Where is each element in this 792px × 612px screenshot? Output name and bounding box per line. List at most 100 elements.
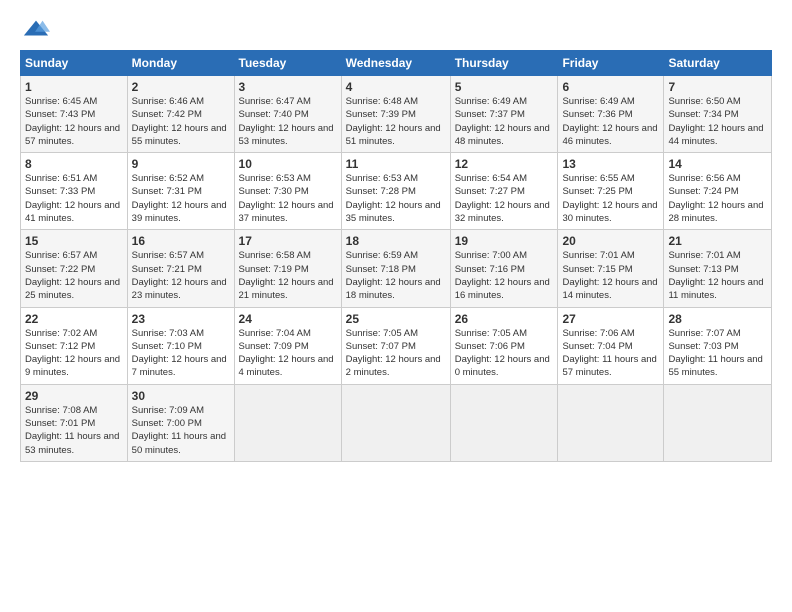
day-info: Sunrise: 7:06 AMSunset: 7:04 PMDaylight:…: [562, 328, 656, 379]
table-row: [234, 384, 341, 461]
logo-icon: [22, 18, 50, 40]
day-number: 4: [346, 80, 446, 94]
day-number: 2: [132, 80, 230, 94]
day-info: Sunrise: 7:00 AMSunset: 7:16 PMDaylight:…: [455, 250, 550, 301]
day-number: 9: [132, 157, 230, 171]
header-sunday: Sunday: [21, 51, 128, 76]
day-info: Sunrise: 7:05 AMSunset: 7:07 PMDaylight:…: [346, 328, 441, 379]
day-number: 16: [132, 234, 230, 248]
day-number: 30: [132, 389, 230, 403]
day-number: 17: [239, 234, 337, 248]
day-number: 8: [25, 157, 123, 171]
day-number: 15: [25, 234, 123, 248]
header-thursday: Thursday: [450, 51, 558, 76]
day-number: 22: [25, 312, 123, 326]
day-info: Sunrise: 6:52 AMSunset: 7:31 PMDaylight:…: [132, 173, 227, 224]
table-row: 15 Sunrise: 6:57 AMSunset: 7:22 PMDayligh…: [21, 230, 128, 307]
table-row: 30Sunrise: 7:09 AMSunset: 7:00 PMDayligh…: [127, 384, 234, 461]
table-row: 23Sunrise: 7:03 AMSunset: 7:10 PMDayligh…: [127, 307, 234, 384]
day-number: 1: [25, 80, 123, 94]
table-row: [664, 384, 772, 461]
table-row: 2 Sunrise: 6:46 AMSunset: 7:42 PMDaylight…: [127, 76, 234, 153]
day-info: Sunrise: 6:49 AMSunset: 7:37 PMDaylight:…: [455, 96, 550, 147]
day-number: 13: [562, 157, 659, 171]
day-info: Sunrise: 6:54 AMSunset: 7:27 PMDaylight:…: [455, 173, 550, 224]
day-info: Sunrise: 6:48 AMSunset: 7:39 PMDaylight:…: [346, 96, 441, 147]
header-saturday: Saturday: [664, 51, 772, 76]
day-number: 24: [239, 312, 337, 326]
header-monday: Monday: [127, 51, 234, 76]
table-row: 9 Sunrise: 6:52 AMSunset: 7:31 PMDaylight…: [127, 153, 234, 230]
table-row: [450, 384, 558, 461]
day-info: Sunrise: 6:56 AMSunset: 7:24 PMDaylight:…: [668, 173, 763, 224]
table-row: 18Sunrise: 6:59 AMSunset: 7:18 PMDayligh…: [341, 230, 450, 307]
header-tuesday: Tuesday: [234, 51, 341, 76]
day-info: Sunrise: 6:46 AMSunset: 7:42 PMDaylight:…: [132, 96, 227, 147]
day-number: 5: [455, 80, 554, 94]
day-info: Sunrise: 6:55 AMSunset: 7:25 PMDaylight:…: [562, 173, 657, 224]
day-number: 14: [668, 157, 767, 171]
day-info: Sunrise: 6:47 AMSunset: 7:40 PMDaylight:…: [239, 96, 334, 147]
table-row: 26Sunrise: 7:05 AMSunset: 7:06 PMDayligh…: [450, 307, 558, 384]
day-info: Sunrise: 6:53 AMSunset: 7:28 PMDaylight:…: [346, 173, 441, 224]
table-row: 29 Sunrise: 7:08 AMSunset: 7:01 PMDayligh…: [21, 384, 128, 461]
day-info: Sunrise: 6:49 AMSunset: 7:36 PMDaylight:…: [562, 96, 657, 147]
calendar-week-row: 29 Sunrise: 7:08 AMSunset: 7:01 PMDayligh…: [21, 384, 772, 461]
table-row: 24Sunrise: 7:04 AMSunset: 7:09 PMDayligh…: [234, 307, 341, 384]
table-row: 16 Sunrise: 6:57 AMSunset: 7:21 PMDayligh…: [127, 230, 234, 307]
header-friday: Friday: [558, 51, 664, 76]
calendar-week-row: 15 Sunrise: 6:57 AMSunset: 7:22 PMDayligh…: [21, 230, 772, 307]
day-info: Sunrise: 6:57 AMSunset: 7:22 PMDaylight:…: [25, 250, 120, 301]
table-row: 6 Sunrise: 6:49 AMSunset: 7:36 PMDaylight…: [558, 76, 664, 153]
header: [20, 18, 772, 40]
calendar-table: Sunday Monday Tuesday Wednesday Thursday…: [20, 50, 772, 462]
day-info: Sunrise: 6:50 AMSunset: 7:34 PMDaylight:…: [668, 96, 763, 147]
day-number: 29: [25, 389, 123, 403]
table-row: 20Sunrise: 7:01 AMSunset: 7:15 PMDayligh…: [558, 230, 664, 307]
table-row: 11Sunrise: 6:53 AMSunset: 7:28 PMDayligh…: [341, 153, 450, 230]
table-row: 14 Sunrise: 6:56 AMSunset: 7:24 PMDayligh…: [664, 153, 772, 230]
day-number: 27: [562, 312, 659, 326]
day-info: Sunrise: 7:02 AMSunset: 7:12 PMDaylight:…: [25, 328, 120, 379]
table-row: 1 Sunrise: 6:45 AMSunset: 7:43 PMDaylight…: [21, 76, 128, 153]
day-number: 18: [346, 234, 446, 248]
table-row: 19 Sunrise: 7:00 AMSunset: 7:16 PMDayligh…: [450, 230, 558, 307]
day-info: Sunrise: 6:51 AMSunset: 7:33 PMDaylight:…: [25, 173, 120, 224]
day-number: 6: [562, 80, 659, 94]
table-row: 22 Sunrise: 7:02 AMSunset: 7:12 PMDayligh…: [21, 307, 128, 384]
table-row: 17Sunrise: 6:58 AMSunset: 7:19 PMDayligh…: [234, 230, 341, 307]
day-number: 3: [239, 80, 337, 94]
day-number: 10: [239, 157, 337, 171]
day-info: Sunrise: 7:08 AMSunset: 7:01 PMDaylight:…: [25, 405, 119, 456]
day-info: Sunrise: 7:01 AMSunset: 7:13 PMDaylight:…: [668, 250, 763, 301]
day-number: 21: [668, 234, 767, 248]
day-number: 28: [668, 312, 767, 326]
table-row: 4 Sunrise: 6:48 AMSunset: 7:39 PMDaylight…: [341, 76, 450, 153]
day-number: 12: [455, 157, 554, 171]
day-number: 19: [455, 234, 554, 248]
table-row: 10 Sunrise: 6:53 AMSunset: 7:30 PMDayligh…: [234, 153, 341, 230]
table-row: 3 Sunrise: 6:47 AMSunset: 7:40 PMDaylight…: [234, 76, 341, 153]
table-row: 5 Sunrise: 6:49 AMSunset: 7:37 PMDaylight…: [450, 76, 558, 153]
day-info: Sunrise: 7:01 AMSunset: 7:15 PMDaylight:…: [562, 250, 657, 301]
page: Sunday Monday Tuesday Wednesday Thursday…: [0, 0, 792, 472]
header-wednesday: Wednesday: [341, 51, 450, 76]
day-number: 26: [455, 312, 554, 326]
day-number: 7: [668, 80, 767, 94]
day-number: 25: [346, 312, 446, 326]
calendar-week-row: 22 Sunrise: 7:02 AMSunset: 7:12 PMDayligh…: [21, 307, 772, 384]
day-info: Sunrise: 6:45 AMSunset: 7:43 PMDaylight:…: [25, 96, 120, 147]
table-row: 21 Sunrise: 7:01 AMSunset: 7:13 PMDayligh…: [664, 230, 772, 307]
table-row: 27 Sunrise: 7:06 AMSunset: 7:04 PMDayligh…: [558, 307, 664, 384]
day-info: Sunrise: 6:57 AMSunset: 7:21 PMDaylight:…: [132, 250, 227, 301]
day-info: Sunrise: 7:03 AMSunset: 7:10 PMDaylight:…: [132, 328, 227, 379]
table-row: 8 Sunrise: 6:51 AMSunset: 7:33 PMDaylight…: [21, 153, 128, 230]
calendar-week-row: 1 Sunrise: 6:45 AMSunset: 7:43 PMDaylight…: [21, 76, 772, 153]
table-row: [341, 384, 450, 461]
day-info: Sunrise: 7:07 AMSunset: 7:03 PMDaylight:…: [668, 328, 762, 379]
calendar-week-row: 8 Sunrise: 6:51 AMSunset: 7:33 PMDaylight…: [21, 153, 772, 230]
day-info: Sunrise: 6:53 AMSunset: 7:30 PMDaylight:…: [239, 173, 334, 224]
table-row: 12 Sunrise: 6:54 AMSunset: 7:27 PMDayligh…: [450, 153, 558, 230]
table-row: 28 Sunrise: 7:07 AMSunset: 7:03 PMDayligh…: [664, 307, 772, 384]
table-row: [558, 384, 664, 461]
